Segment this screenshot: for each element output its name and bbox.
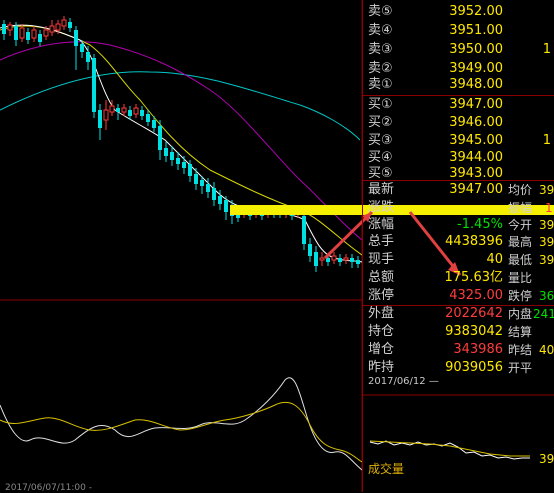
candle-body <box>133 107 139 115</box>
candle-body <box>314 252 318 266</box>
candle-body <box>128 110 132 116</box>
candle-body <box>43 29 49 37</box>
candle-body <box>350 258 354 262</box>
candle-body <box>2 24 6 34</box>
ask-row[interactable]: 卖③ 3950.00 1 <box>363 40 554 60</box>
ask-row[interactable]: 卖⑤ 3952.00 <box>363 2 554 22</box>
candle-body <box>182 162 186 168</box>
candle-body <box>38 34 42 42</box>
candle-body <box>26 32 30 40</box>
quote-row-volume: 总手4438396 最高398 <box>368 234 554 249</box>
candle-body <box>200 180 204 186</box>
candle-body <box>176 158 180 164</box>
candle-body <box>116 108 120 112</box>
ask-row[interactable]: 卖④ 3951.00 <box>363 21 554 41</box>
candle-body <box>55 23 61 31</box>
candle-body <box>158 126 162 150</box>
candle-body <box>164 148 168 156</box>
candle-body <box>103 109 109 121</box>
candle-body <box>338 258 342 262</box>
candle-body <box>92 58 96 112</box>
candlesticks <box>2 16 360 272</box>
candle-body <box>152 120 156 128</box>
candle-body <box>49 25 55 33</box>
mini-chart-date: 2017/06/12 — <box>368 376 439 387</box>
quote-row-limit: 涨停4325.00 跌停368 <box>368 288 554 303</box>
candle-body <box>331 255 337 261</box>
candle-body <box>19 27 25 39</box>
candle-body <box>343 257 349 261</box>
quote-row-position: 持仓 9383042 结算 <box>368 324 533 339</box>
volume-label: 成交量 <box>368 462 405 476</box>
mini-right-value: 394 <box>539 452 554 466</box>
candle-body <box>206 184 210 192</box>
candle-body <box>302 216 306 244</box>
candle-body <box>61 19 67 27</box>
candle-body <box>146 114 150 122</box>
candle-body <box>80 44 84 52</box>
candle-body <box>14 26 18 40</box>
candle-body <box>319 257 325 261</box>
candle-body <box>356 260 360 264</box>
candle-body <box>68 22 72 28</box>
candle-body <box>188 164 192 176</box>
candle-body <box>170 152 174 160</box>
bid-row[interactable]: 买② 3946.00 <box>363 113 554 133</box>
oscillator-white <box>0 377 363 471</box>
candle-body <box>194 174 198 184</box>
candle-body <box>7 24 13 31</box>
candle-body <box>218 196 222 204</box>
ma5-line <box>0 24 363 263</box>
ask-row[interactable]: 卖① 3948.00 <box>363 75 554 95</box>
ma10-line <box>0 25 363 256</box>
oscillator-yellow <box>0 401 363 463</box>
candle-body <box>74 30 78 46</box>
candle-body <box>31 29 37 39</box>
quote-row-amount: 总额 175.63亿 量比 <box>368 270 533 285</box>
quote-row-increase: 增仓343986 昨结400 <box>368 342 554 357</box>
candle-body <box>121 107 127 113</box>
quote-panel: 卖⑤ 3952.00 卖④ 3951.00 卖③ 3950.00 1 卖② 3949.00… <box>362 0 554 492</box>
candle-body <box>140 110 144 116</box>
candle-body <box>308 244 312 256</box>
candle-body <box>98 110 102 128</box>
candle-body <box>109 105 115 113</box>
candle-body <box>212 188 216 200</box>
quote-row-outer: 外盘 2022642 内盘 241 <box>368 306 554 321</box>
bid-row[interactable]: 买① 3947.00 <box>363 95 554 115</box>
candle-body <box>86 52 90 62</box>
quote-row-latest: 最新3947.00 均价396 <box>368 182 554 197</box>
quote-row-prevpos: 昨持 9039056 开平 <box>368 360 533 375</box>
ma60-line <box>0 71 361 141</box>
quote-row-current: 现手40 最低394 <box>368 252 554 267</box>
candle-body <box>224 200 228 212</box>
candle-body <box>326 258 330 262</box>
